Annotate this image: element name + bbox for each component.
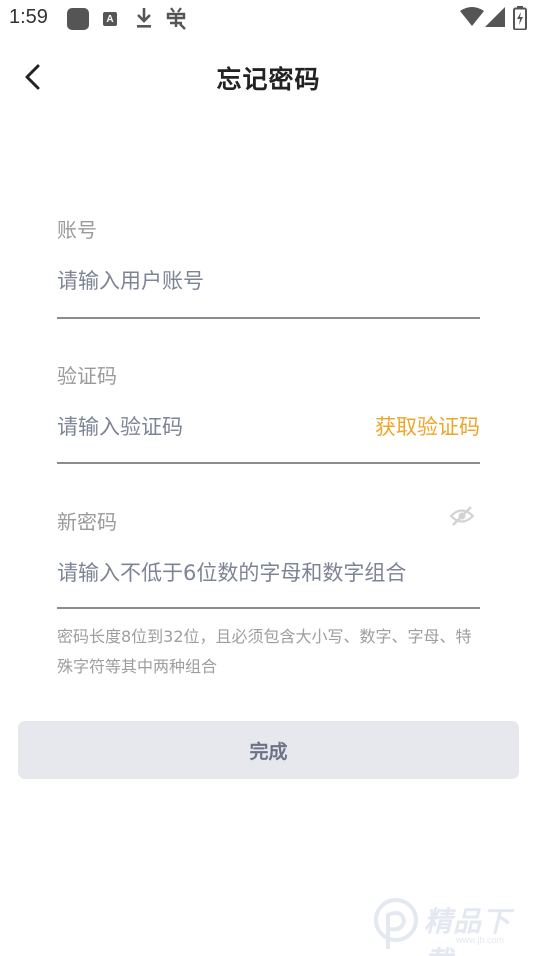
code-label: 验证码: [57, 364, 117, 388]
bug-icon: [163, 5, 189, 35]
submit-label: 完成: [249, 740, 288, 763]
code-input[interactable]: [57, 410, 347, 444]
watermark-logo-icon: [374, 898, 418, 949]
wifi-icon: [460, 7, 484, 31]
font-a-icon: A: [103, 12, 117, 26]
app-square-icon: [67, 8, 89, 30]
get-code-button[interactable]: 获取验证码: [375, 411, 480, 441]
app-header: 忘记密码: [0, 50, 537, 106]
account-divider: [57, 317, 480, 319]
password-hint: 密码长度8位到32位，且必须包含大小写、数字、字母、特殊字符等其中两种组合: [57, 627, 472, 676]
watermark-text: 精品下载: [424, 905, 512, 956]
status-time: 1:59: [9, 6, 48, 28]
download-icon: [135, 6, 153, 34]
page-title: 忘记密码: [216, 65, 321, 94]
account-label: 账号: [57, 218, 97, 242]
submit-button[interactable]: 完成: [18, 721, 519, 779]
status-bar: 1:59 A: [0, 0, 537, 36]
account-input[interactable]: [57, 264, 480, 298]
watermark: 精品下载 www.jb.com: [372, 897, 532, 956]
battery-icon: [513, 6, 527, 34]
watermark-url: www.jb.com: [456, 935, 505, 945]
code-divider: [57, 462, 480, 464]
forgot-password-screen: 1:59 A 忘记密码 账号 请输入用户账号 验证码 请输入验证码 获取验证码 …: [0, 0, 537, 956]
signal-icon: [485, 7, 505, 31]
new-password-label: 新密码: [57, 510, 117, 534]
eye-off-icon[interactable]: [449, 505, 475, 527]
new-password-input[interactable]: [57, 556, 480, 590]
new-password-divider: [57, 607, 480, 609]
